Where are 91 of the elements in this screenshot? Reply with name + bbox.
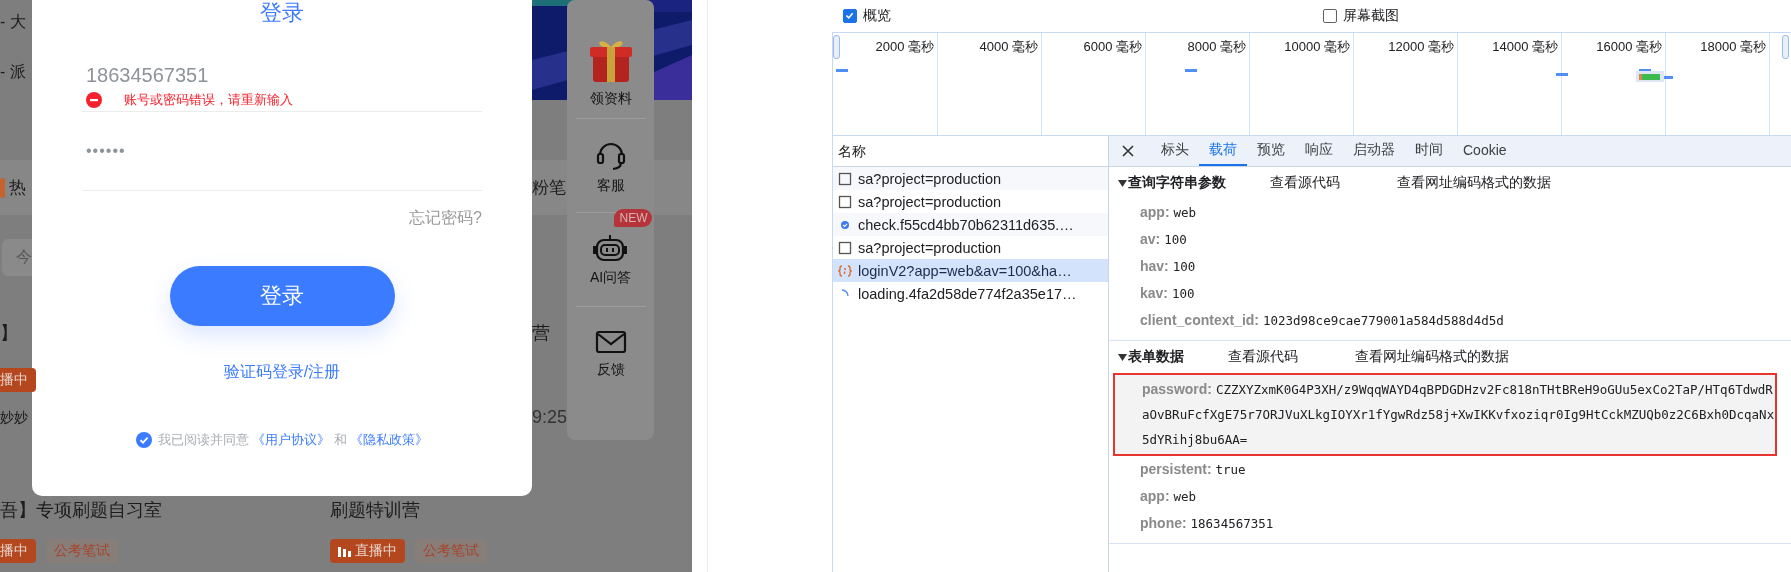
dialog-title: 登录 [259, 0, 305, 26]
request-row[interactable]: loginV2?app=web&av=100&ha… [833, 259, 1108, 282]
request-row[interactable]: sa?project=production [833, 236, 1108, 259]
checkbox-label[interactable]: 屏幕截图 [1343, 7, 1399, 25]
request-row[interactable]: sa?project=production [833, 167, 1108, 190]
tab[interactable]: 响应 [1295, 136, 1343, 166]
course-title[interactable]: 】 [0, 320, 32, 345]
document-icon [838, 171, 852, 186]
view-link[interactable]: 查看网址编码格式的数据 [1355, 348, 1509, 366]
live-tag: 播中 [0, 368, 36, 392]
view-link[interactable]: 查看源代码 [1228, 348, 1355, 366]
request-row[interactable]: loading.4fa2d58de774f2a35e17… [833, 282, 1108, 305]
timeline-tick: 8000 毫秒 [1187, 39, 1246, 54]
category-tag: 公考笔试 [46, 539, 118, 563]
robot-icon[interactable] [592, 232, 629, 263]
timeline-tick: 4000 毫秒 [979, 39, 1038, 54]
param-key: client_context_id: [1140, 312, 1260, 328]
side-item-label[interactable]: 反馈 [596, 360, 625, 379]
live-tag: 播中 [0, 539, 36, 563]
privacy-policy-link[interactable]: 《隐私政策》 [350, 432, 429, 447]
param-value: 1023d98ce9cae779001a584d588d4d5d [1262, 313, 1504, 328]
param-value: web [1173, 205, 1197, 220]
expand-triangle-icon[interactable] [1118, 352, 1127, 362]
param-value: 100 [1164, 232, 1187, 247]
course-title[interactable]: 吾】专项刷题自习室 [0, 498, 330, 522]
teacher-name: 妙妙 [0, 408, 29, 427]
view-link[interactable]: 查看网址编码格式的数据 [1397, 174, 1551, 192]
param-value: web [1173, 489, 1197, 504]
checkbox-label[interactable]: 概览 [863, 7, 891, 25]
param-key: hav: [1140, 258, 1169, 274]
param-value: true [1215, 462, 1246, 477]
timeline-tick: 10000 毫秒 [1284, 39, 1350, 54]
param-value: 100 [1171, 286, 1195, 301]
param-key: av: [1140, 231, 1161, 247]
timeline-tick: 16000 毫秒 [1596, 39, 1662, 54]
section-title[interactable]: 表单数据 [1128, 348, 1184, 366]
request-row[interactable]: sa?project=production [833, 190, 1108, 213]
side-item-label[interactable]: AI问答 [589, 268, 632, 287]
tab[interactable]: 预览 [1247, 136, 1295, 166]
side-item-label[interactable]: 领资料 [589, 90, 632, 108]
tab[interactable]: 时间 [1405, 136, 1453, 166]
timeline-tick: 12000 毫秒 [1388, 39, 1454, 54]
new-badge: NEW [614, 208, 653, 227]
section-title: 粉笔 [532, 177, 567, 199]
user-agreement-link[interactable]: 《用户协议》 [252, 432, 331, 447]
param-key: persistent: [1140, 461, 1212, 477]
tab[interactable]: 标头 [1151, 136, 1199, 166]
agree-checkbox[interactable] [135, 432, 152, 448]
tab[interactable]: 启动器 [1343, 136, 1405, 166]
view-link[interactable]: 查看源代码 [1270, 174, 1397, 192]
request-row[interactable]: check.f55cd4bb70b62311d635.… [833, 213, 1108, 236]
expand-triangle-icon[interactable] [1118, 178, 1127, 188]
menu-item[interactable]: - 大 [0, 12, 32, 33]
menu-item[interactable]: - 派 [0, 62, 32, 83]
param-key: app: [1140, 488, 1170, 504]
checkmark-icon [844, 10, 855, 21]
timeline-tick: 18000 毫秒 [1700, 39, 1766, 54]
param-key: kav: [1140, 285, 1169, 301]
timeline-tick: 14000 毫秒 [1492, 39, 1558, 54]
mail-icon[interactable] [594, 328, 627, 355]
course-title[interactable]: 营 [532, 320, 567, 345]
hot-icon [0, 177, 5, 198]
error-message: 账号或密码错误，请重新输入 [124, 91, 293, 109]
section-title: 热 [9, 177, 26, 199]
section-title[interactable]: 查询字符串参数 [1128, 174, 1226, 192]
checkbox[interactable] [843, 9, 857, 23]
category-tag: 公考笔试 [415, 539, 487, 563]
agreement-text: 我已阅读并同意 《用户协议》 和 《隐私政策》 [157, 431, 429, 449]
course-title[interactable]: 刷题特训营 [330, 498, 567, 522]
live-tag: 直播中 [330, 539, 405, 563]
document-icon [838, 240, 852, 255]
range-handle[interactable] [833, 35, 840, 59]
side-item-label[interactable]: 客服 [596, 176, 625, 195]
param-key: phone: [1140, 515, 1187, 531]
document-icon [838, 194, 852, 209]
timeline-tick: 2000 毫秒 [875, 39, 934, 54]
param-value: 100 [1172, 259, 1196, 274]
timeline-tick: 6000 毫秒 [1083, 39, 1142, 54]
login-button[interactable]: 登录 [169, 266, 395, 326]
bars-icon [338, 545, 351, 557]
checkbox[interactable] [1323, 9, 1337, 23]
course-time: 9:25 [532, 407, 567, 428]
close-icon[interactable] [1121, 144, 1135, 158]
tab[interactable]: 载荷 [1199, 136, 1247, 166]
tab[interactable]: Cookie [1453, 136, 1517, 166]
param-value: 18634567351 [1190, 516, 1274, 531]
range-handle[interactable] [1782, 35, 1789, 59]
error-icon [86, 92, 102, 108]
code-login-link[interactable]: 验证码登录/注册 [223, 362, 341, 383]
param-key: app: [1140, 204, 1170, 220]
braces-icon [838, 263, 852, 278]
